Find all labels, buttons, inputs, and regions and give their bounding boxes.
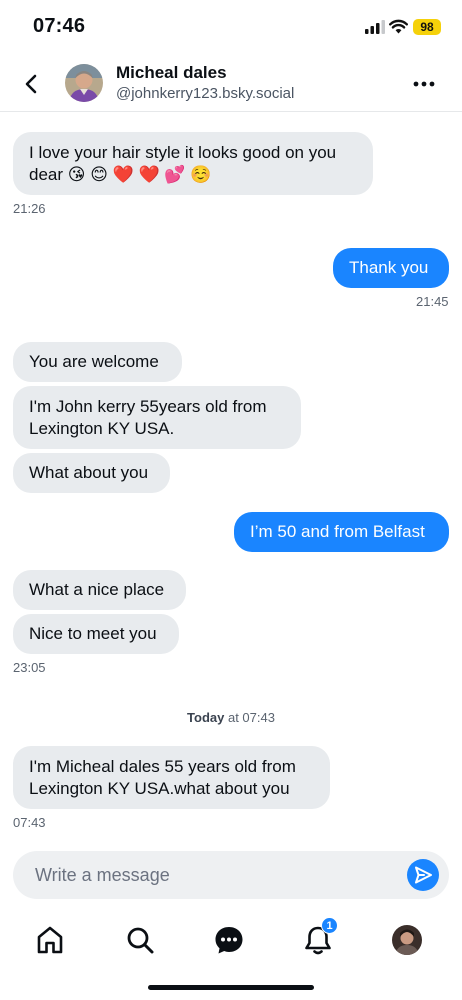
message-text: I'm Micheal dales 55 years old from Lexi…: [29, 756, 296, 798]
message-text: I love your hair style it looks good on …: [29, 142, 337, 184]
home-icon[interactable]: [32, 922, 68, 958]
home-indicator: [148, 985, 314, 990]
chevron-left-icon[interactable]: [18, 70, 46, 98]
message-text: What about you: [29, 463, 149, 482]
message-text: Nice to meet you: [29, 624, 157, 643]
message-text: Thank you: [349, 258, 429, 277]
message-timestamp: 21:45: [416, 294, 449, 309]
contact-name[interactable]: Micheal dales: [116, 63, 227, 83]
contact-avatar[interactable]: [65, 64, 103, 102]
message-text: I’m 50 and from Belfast: [250, 522, 425, 541]
message-timestamp: 07:43: [13, 815, 46, 830]
notifications-badge: 1: [321, 917, 338, 934]
status-bar: 07:46 98: [0, 0, 462, 56]
send-icon: [415, 866, 432, 884]
message-bubble-incoming[interactable]: I'm John kerry 55years old from Lexingto…: [13, 386, 301, 449]
message-bubble-incoming[interactable]: I'm Micheal dales 55 years old from Lexi…: [13, 746, 330, 809]
day-separator-time: at 07:43: [224, 710, 275, 725]
message-composer: [13, 851, 449, 899]
chat-icon[interactable]: [211, 922, 247, 958]
battery-level: 98: [413, 19, 441, 35]
message-text: What a nice place: [29, 580, 165, 599]
contact-handle[interactable]: @johnkerry123.bsky.social: [116, 85, 294, 102]
message-input[interactable]: [35, 851, 395, 899]
send-button[interactable]: [407, 859, 439, 891]
message-bubble-outgoing[interactable]: Thank you: [333, 248, 449, 288]
message-bubble-incoming[interactable]: You are welcome: [13, 342, 182, 382]
message-timestamp: 23:05: [13, 660, 46, 675]
day-separator: Today at 07:43: [0, 710, 462, 725]
message-bubble-incoming[interactable]: I love your hair style it looks good on …: [13, 132, 373, 195]
search-icon[interactable]: [122, 922, 158, 958]
status-time: 07:46: [33, 15, 86, 37]
message-bubble-incoming[interactable]: What about you: [13, 453, 170, 493]
message-bubble-incoming[interactable]: Nice to meet you: [13, 614, 179, 654]
wifi-icon: [389, 19, 408, 34]
profile-avatar[interactable]: [392, 925, 422, 955]
day-separator-day: Today: [187, 710, 225, 725]
conversation-header: Micheal dales @johnkerry123.bsky.social: [0, 56, 462, 112]
message-timestamp: 21:26: [13, 201, 46, 216]
message-bubble-incoming[interactable]: What a nice place: [13, 570, 186, 610]
message-bubble-outgoing[interactable]: I’m 50 and from Belfast: [234, 512, 449, 552]
signal-icon: [365, 20, 385, 34]
message-text: You are welcome: [29, 352, 159, 371]
more-horizontal-icon[interactable]: [410, 70, 438, 98]
message-text: I'm John kerry 55years old from Lexingto…: [29, 396, 267, 438]
